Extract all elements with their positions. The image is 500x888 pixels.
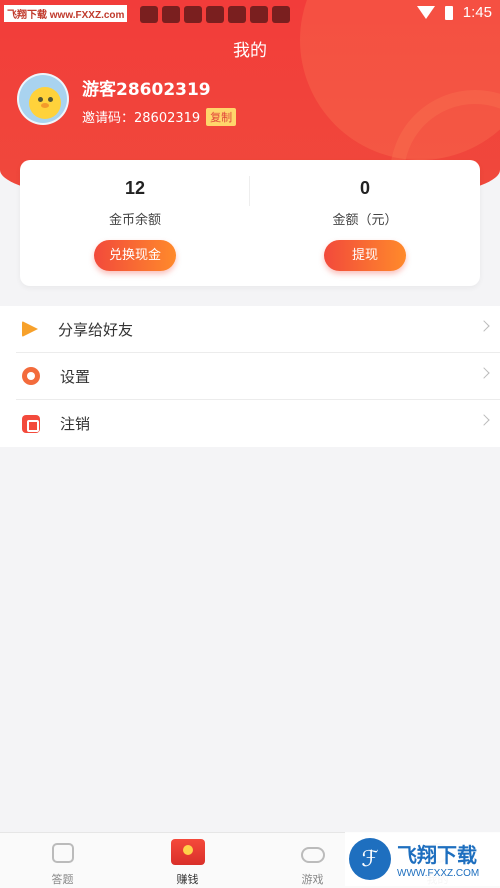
wifi-icon [416, 6, 435, 19]
avatar-beak-icon [41, 103, 49, 108]
exchange-cash-button[interactable]: 兑换现金 [94, 240, 176, 271]
coin-balance-value: 12 [124, 178, 146, 198]
user-name: 游客28602319 [82, 80, 211, 100]
menu-item-logout[interactable]: 注销 [16, 400, 500, 447]
status-time: 1:45 [462, 4, 492, 21]
chevron-right-icon [478, 367, 490, 379]
avatar-eye-icon [48, 97, 53, 102]
avatar[interactable] [17, 73, 69, 125]
chevron-right-icon [478, 414, 490, 426]
cash-balance-section: 0 金额（元） 提现 [250, 160, 480, 286]
watermark-logo: ℱ 飞翔下载 WWW.FXXZ.COM [345, 832, 500, 886]
notification-icon [140, 6, 158, 23]
coin-balance-label: 金币余额 [108, 213, 161, 228]
menu-item-label: 设置 [60, 367, 91, 386]
tab-label: 赚钱 [176, 873, 199, 886]
watermark-logo-icon: ℱ [349, 838, 391, 880]
invite-row: 邀请码：28602319 复制 [82, 107, 237, 126]
notification-icon [184, 6, 202, 23]
page-title: 我的 [233, 41, 267, 61]
menu-item-settings[interactable]: 设置 [16, 353, 500, 400]
watermark-url: WWW.FXXZ.COM [397, 868, 480, 879]
menu-item-label: 分享给好友 [58, 320, 134, 339]
earn-icon [170, 839, 205, 865]
avatar-eye-icon [38, 97, 43, 102]
withdraw-button[interactable]: 提现 [324, 240, 406, 271]
cash-balance-label: 金额（元） [332, 213, 398, 228]
gamepad-icon [300, 847, 325, 863]
tab-label: 答题 [51, 873, 74, 886]
settings-menu: 分享给好友 设置 注销 [0, 306, 500, 447]
copy-button[interactable]: 复制 [206, 107, 237, 126]
coin-balance-section: 12 金币余额 兑换现金 [20, 160, 250, 286]
notification-icon [206, 6, 224, 23]
gear-icon [22, 367, 40, 385]
menu-item-share[interactable]: 分享给好友 [16, 306, 500, 353]
quiz-icon [51, 843, 74, 863]
tab-earn[interactable]: 赚钱 [125, 833, 250, 888]
notification-icon [272, 6, 290, 23]
notification-icons [140, 6, 290, 23]
menu-item-label: 注销 [60, 415, 91, 433]
notification-icon [162, 6, 180, 23]
cash-balance-value: 0 [359, 178, 370, 198]
invite-code: 邀请码：28602319 [82, 111, 201, 126]
notification-icon [228, 6, 246, 23]
logout-icon [22, 414, 40, 433]
status-bar: 飞翔下载 www.FXXZ.com 1:45 [0, 0, 500, 28]
wallet-card: 12 金币余额 兑换现金 0 金额（元） 提现 [20, 160, 480, 286]
chevron-right-icon [478, 320, 490, 332]
tab-quiz[interactable]: 答题 [0, 833, 125, 888]
notification-icon [250, 6, 268, 23]
share-icon [22, 321, 38, 337]
watermark-top: 飞翔下载 www.FXXZ.com [4, 5, 128, 22]
battery-icon [444, 5, 453, 20]
watermark-title: 飞翔下载 [397, 843, 477, 867]
